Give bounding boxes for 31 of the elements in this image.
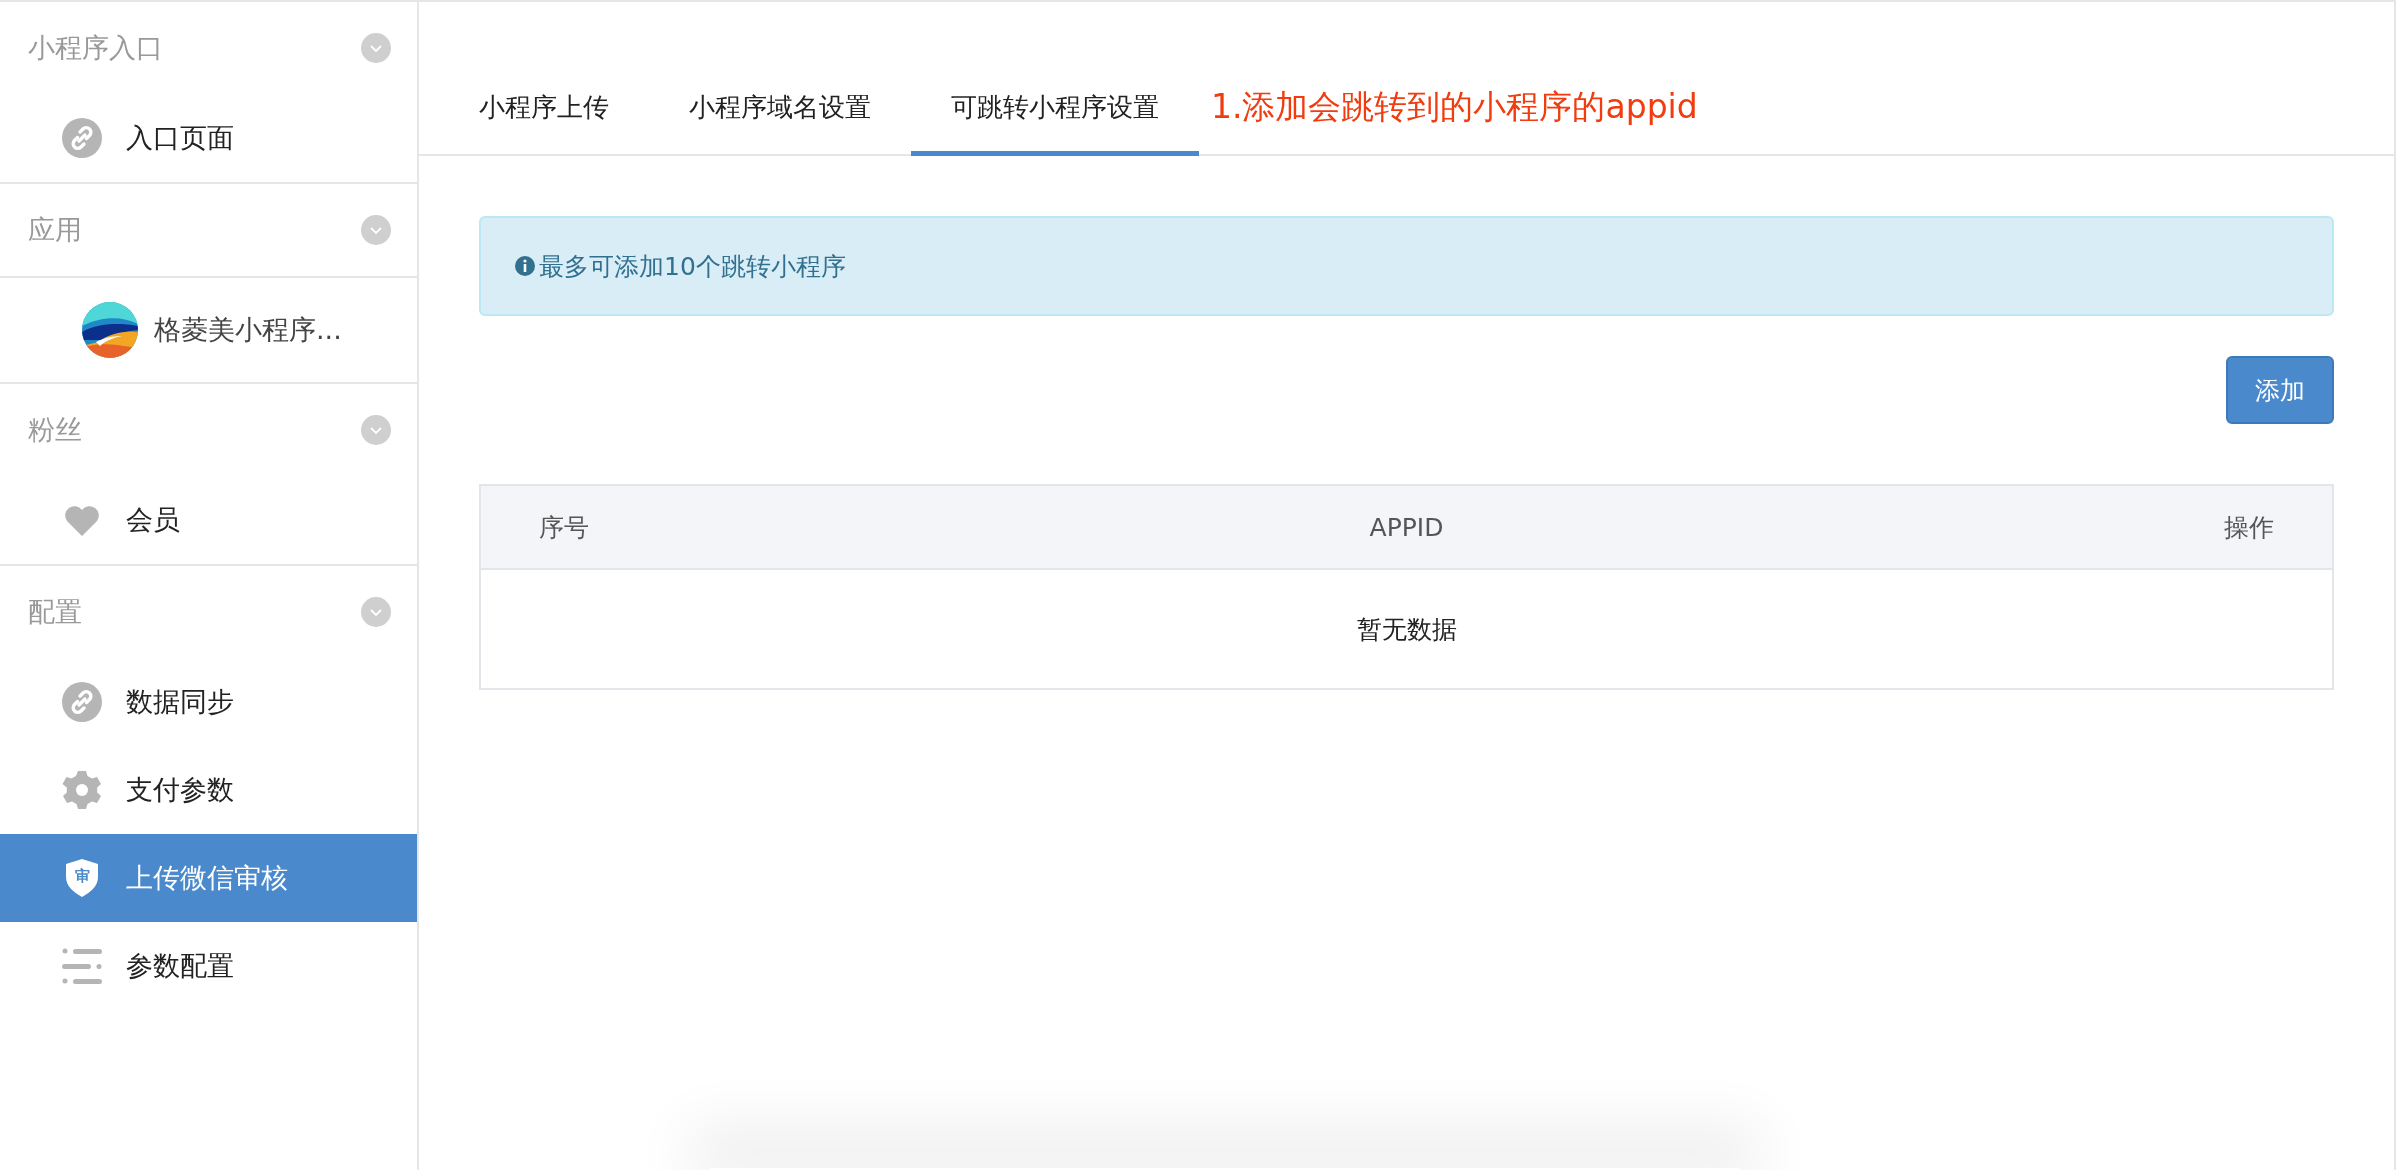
alert-text: 最多可添加10个跳转小程序 [539, 250, 846, 283]
list-icon [62, 946, 102, 986]
annotation-text: 1.添加会跳转到的小程序的appid [1210, 86, 1698, 128]
group-title: 应用 [28, 213, 82, 247]
sidebar-item[interactable]: 数据同步 [0, 658, 417, 746]
sidebar-item[interactable]: 审 上传微信审核 [0, 834, 417, 922]
empty-message: 暂无数据 [1356, 613, 1457, 646]
column-header: 序号 [539, 511, 590, 544]
chevron-icon[interactable] [361, 415, 391, 445]
sidebar-item[interactable]: 会员 [0, 476, 417, 564]
info-icon [515, 256, 535, 276]
column-header: 操作 [2223, 511, 2274, 544]
group-title: 配置 [28, 595, 82, 629]
tab[interactable]: 可跳转小程序设置 [911, 90, 1199, 156]
chevron-icon[interactable] [361, 215, 391, 245]
tab[interactable]: 小程序上传 [439, 90, 649, 156]
group-title: 粉丝 [28, 413, 82, 447]
gear-icon [62, 770, 102, 810]
column-header: APPID [1368, 512, 1445, 542]
add-button[interactable]: 添加 [2226, 356, 2334, 424]
link-icon [62, 118, 102, 158]
tab[interactable]: 小程序域名设置 [649, 90, 911, 156]
group-title: 小程序入口 [28, 31, 163, 65]
chevron-icon[interactable] [361, 33, 391, 63]
link-icon [62, 682, 102, 722]
app-logo-icon [82, 302, 138, 358]
app-item[interactable]: 格菱美小程序... [0, 276, 417, 382]
chevron-icon[interactable] [361, 597, 391, 627]
sidebar-item[interactable]: 入口页面 [0, 94, 417, 182]
sidebar-item[interactable]: 支付参数 [0, 746, 417, 834]
sidebar-item[interactable]: 参数配置 [0, 922, 417, 1010]
